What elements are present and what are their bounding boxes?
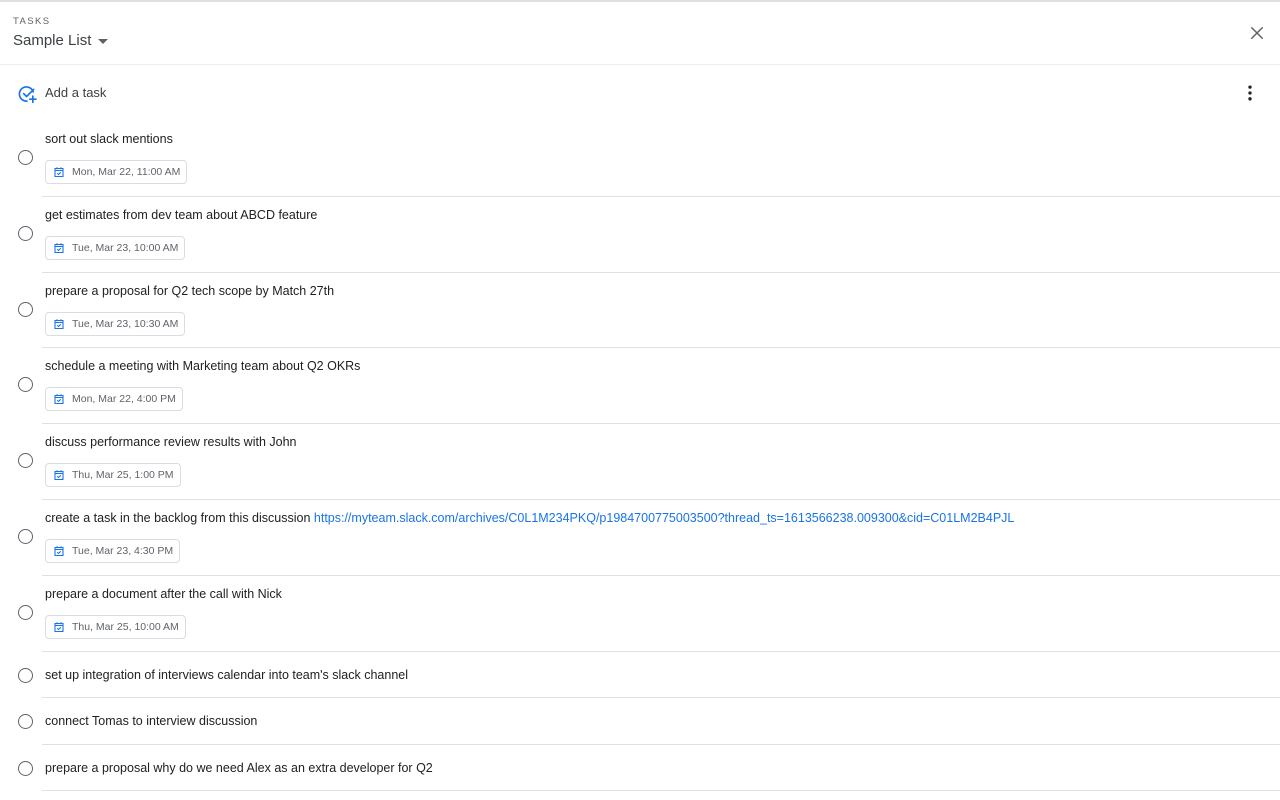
task-title[interactable]: prepare a proposal why do we need Alex a… — [45, 761, 433, 775]
calendar-check-icon — [54, 546, 64, 557]
divider — [42, 790, 1280, 792]
task-item[interactable]: prepare a proposal why do we need Alex a… — [0, 745, 1280, 792]
add-task-button[interactable]: Add a task — [45, 85, 106, 100]
task-date: Mon, Mar 22, 4:00 PM — [72, 393, 176, 406]
calendar-check-icon — [54, 243, 64, 253]
task-title[interactable]: discuss performance review results with … — [45, 435, 297, 449]
task-item[interactable]: connect Tomas to interview discussion — [0, 698, 1280, 745]
circle-checkbox-icon[interactable] — [18, 604, 33, 620]
circle-checkbox-icon[interactable] — [18, 760, 33, 776]
task-item[interactable]: prepare a proposal for Q2 tech scope by … — [0, 273, 1280, 349]
circle-checkbox-icon[interactable] — [18, 377, 33, 393]
task-date: Mon, Mar 22, 11:00 AM — [72, 166, 181, 178]
circle-checkbox-icon[interactable] — [18, 453, 33, 469]
app-label: TASKS — [13, 16, 51, 27]
calendar-check-icon — [54, 470, 64, 481]
task-title-text: create a task in the backlog from this d… — [45, 510, 314, 525]
tasks-header: TASKS Sample List — [0, 2, 1280, 65]
task-item[interactable]: discuss performance review results with … — [0, 424, 1280, 500]
task-title[interactable]: sort out slack mentions — [45, 132, 173, 146]
task-title[interactable]: schedule a meeting with Marketing team a… — [45, 359, 360, 373]
add-task-row[interactable]: Add a task — [0, 65, 1280, 121]
task-date: Thu, Mar 25, 10:00 AM — [72, 620, 179, 633]
task-title[interactable]: set up integration of interviews calenda… — [45, 668, 408, 682]
task-item[interactable]: prepare a document after the call with N… — [0, 576, 1280, 652]
list-name: Sample List — [13, 32, 92, 49]
task-item[interactable]: create a task in the backlog from this d… — [0, 500, 1280, 576]
task-date-chip[interactable]: Tue, Mar 23, 4:30 PM — [45, 538, 181, 563]
task-date-chip[interactable]: Tue, Mar 23, 10:00 AM — [45, 235, 186, 260]
calendar-check-icon — [54, 622, 64, 632]
circle-checkbox-icon[interactable] — [18, 714, 33, 730]
tasks-panel: TASKS Sample List Add a task sort out sl… — [0, 0, 1280, 800]
task-item[interactable]: schedule a meeting with Marketing team a… — [0, 348, 1280, 425]
circle-checkbox-icon[interactable] — [18, 667, 33, 683]
task-date: Thu, Mar 25, 1:00 PM — [72, 469, 174, 482]
circle-checkbox-icon[interactable] — [18, 301, 33, 317]
task-item[interactable]: set up integration of interviews calenda… — [0, 652, 1280, 699]
calendar-check-icon — [54, 394, 64, 405]
calendar-check-icon — [54, 167, 64, 178]
task-title[interactable]: prepare a document after the call with N… — [45, 587, 282, 601]
task-date-chip[interactable]: Mon, Mar 22, 4:00 PM — [45, 387, 183, 412]
circle-checkbox-icon[interactable] — [18, 150, 33, 165]
task-date-chip[interactable]: Mon, Mar 22, 11:00 AM — [45, 160, 188, 184]
task-date-chip[interactable]: Thu, Mar 25, 10:00 AM — [45, 614, 186, 639]
task-list: sort out slack mentions Mon, Mar 22, 11:… — [0, 121, 1280, 792]
task-date: Tue, Mar 23, 10:00 AM — [72, 241, 179, 254]
task-date-chip[interactable]: Thu, Mar 25, 1:00 PM — [45, 463, 181, 488]
task-title[interactable]: get estimates from dev team about ABCD f… — [45, 208, 317, 222]
task-title[interactable]: create a task in the backlog from this d… — [45, 511, 1014, 525]
circle-checkbox-icon[interactable] — [18, 528, 33, 544]
task-title[interactable]: prepare a proposal for Q2 tech scope by … — [45, 284, 334, 298]
task-link[interactable]: https://myteam.slack.com/archives/C0L1M2… — [314, 511, 1014, 525]
chevron-down-icon — [98, 39, 109, 44]
close-icon[interactable] — [1248, 24, 1266, 42]
task-item[interactable]: get estimates from dev team about ABCD f… — [0, 197, 1280, 273]
task-item[interactable]: sort out slack mentions Mon, Mar 22, 11:… — [0, 121, 1280, 197]
task-date: Tue, Mar 23, 4:30 PM — [72, 544, 174, 557]
calendar-check-icon — [54, 318, 64, 329]
task-title[interactable]: connect Tomas to interview discussion — [45, 714, 257, 728]
task-date: Tue, Mar 23, 10:30 AM — [72, 317, 179, 330]
add-task-icon[interactable] — [17, 84, 37, 104]
circle-checkbox-icon[interactable] — [18, 225, 33, 241]
more-vertical-icon[interactable] — [1240, 83, 1260, 103]
task-date-chip[interactable]: Tue, Mar 23, 10:30 AM — [45, 311, 186, 336]
list-selector[interactable]: Sample List — [13, 32, 109, 49]
